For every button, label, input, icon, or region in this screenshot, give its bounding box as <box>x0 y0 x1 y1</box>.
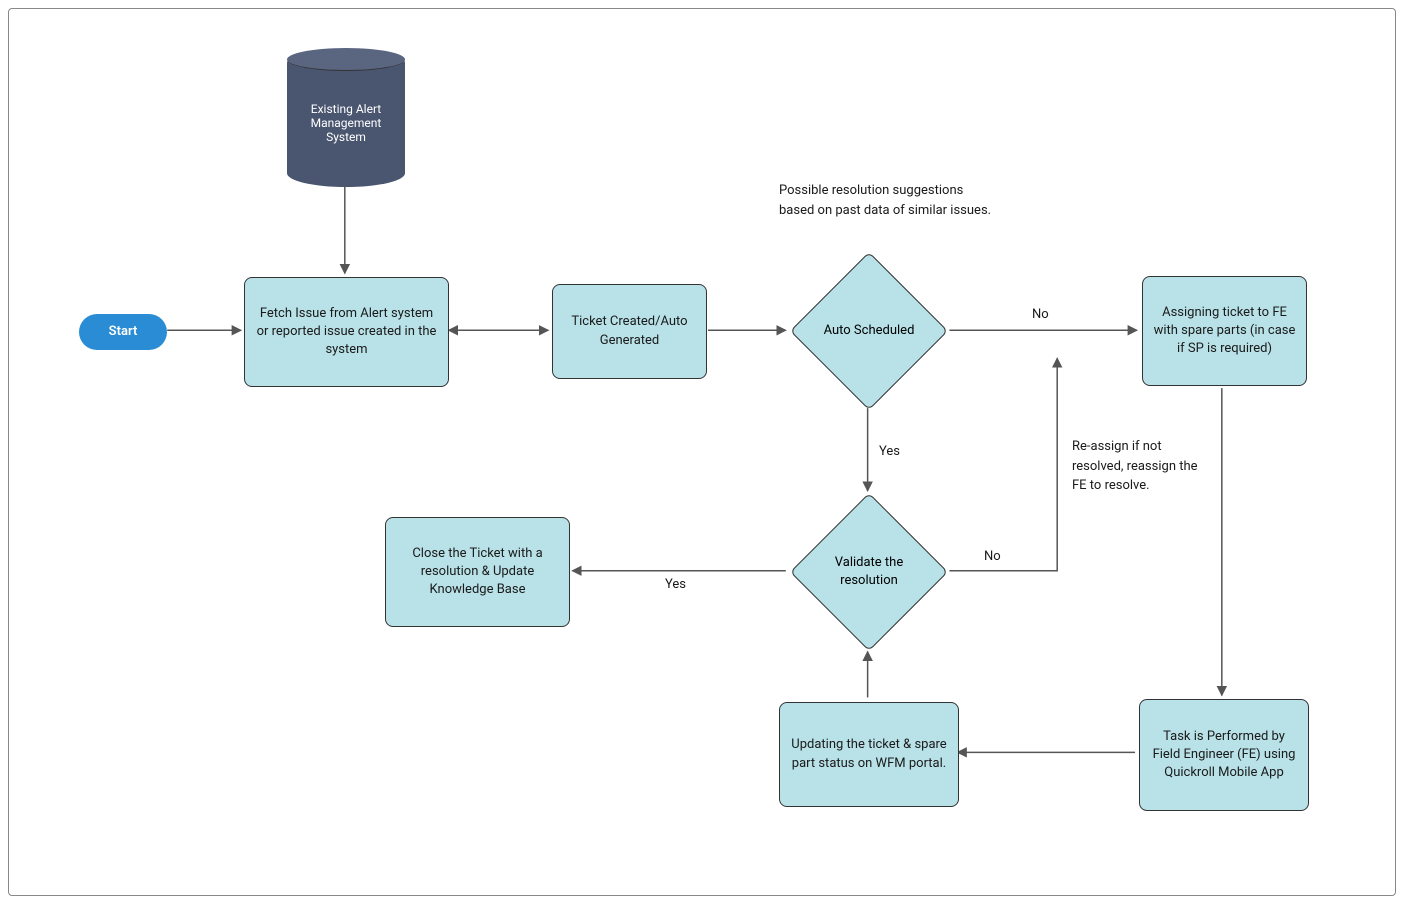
assign-label: Assigning ticket to FE with spare parts … <box>1153 304 1296 359</box>
start-node: Start <box>79 314 167 350</box>
cylinder-label: Existing Alert Management System <box>295 102 397 144</box>
update-label: Updating the ticket & spare part status … <box>790 736 948 772</box>
task-node: Task is Performed by Field Engineer (FE)… <box>1139 699 1309 811</box>
label-auto-yes: Yes <box>879 444 900 459</box>
annotation-top: Possible resolution suggestions based on… <box>779 181 999 220</box>
close-label: Close the Ticket with a resolution & Upd… <box>396 545 559 600</box>
ticket-label: Ticket Created/Auto Generated <box>563 313 696 349</box>
assign-node: Assigning ticket to FE with spare parts … <box>1142 276 1307 386</box>
annotation-right: Re-assign if not resolved, reassign the … <box>1072 437 1202 496</box>
label-validate-yes: Yes <box>665 577 686 592</box>
validate-label: Validate the resolution <box>823 554 915 590</box>
close-node: Close the Ticket with a resolution & Upd… <box>385 517 570 627</box>
fetch-node: Fetch Issue from Alert system or reporte… <box>244 277 449 387</box>
diagram-canvas: Start Existing Alert Management System F… <box>8 8 1396 896</box>
label-auto-no: No <box>1032 307 1049 322</box>
label-validate-no: No <box>984 549 1001 564</box>
update-node: Updating the ticket & spare part status … <box>779 702 959 807</box>
cylinder-node: Existing Alert Management System <box>287 49 405 187</box>
start-label: Start <box>109 323 138 341</box>
ticket-node: Ticket Created/Auto Generated <box>552 284 707 379</box>
fetch-label: Fetch Issue from Alert system or reporte… <box>255 305 438 360</box>
auto-scheduled-node: Auto Scheduled <box>813 275 925 387</box>
auto-scheduled-label: Auto Scheduled <box>824 322 915 340</box>
validate-node: Validate the resolution <box>813 516 925 628</box>
task-label: Task is Performed by Field Engineer (FE)… <box>1150 728 1298 783</box>
